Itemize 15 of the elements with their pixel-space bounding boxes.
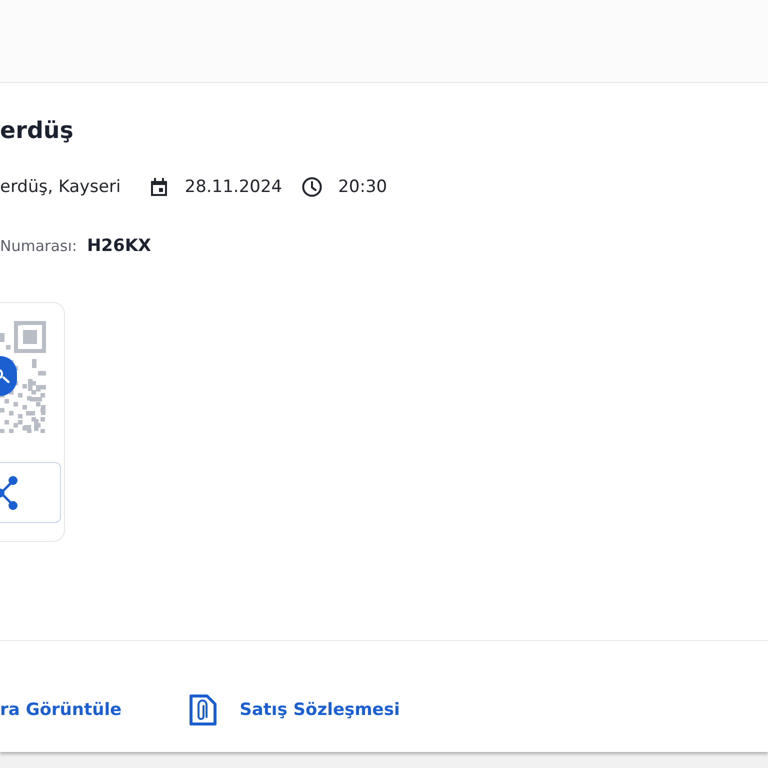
calendar-icon [150, 178, 168, 196]
event-time: 20:30 [338, 176, 388, 199]
event-date: 28.11.2024 [184, 176, 282, 199]
sales-contract-link[interactable]: Satış Sözleşmesi [188, 693, 400, 727]
share-icon [0, 474, 18, 510]
event-title: erdüş [0, 117, 74, 146]
share-button[interactable] [0, 462, 61, 523]
ticket-number-label: Numarası: [0, 236, 77, 257]
clock-icon [302, 177, 322, 197]
document-clip-icon [188, 693, 218, 727]
ticket-number: H26KX [86, 235, 152, 257]
magnifier-button[interactable] [0, 356, 17, 396]
event-location: erdüş, Kayseri [0, 176, 121, 199]
magnifier-icon [0, 369, 10, 383]
view-link[interactable]: ra Görüntüle [0, 693, 122, 727]
